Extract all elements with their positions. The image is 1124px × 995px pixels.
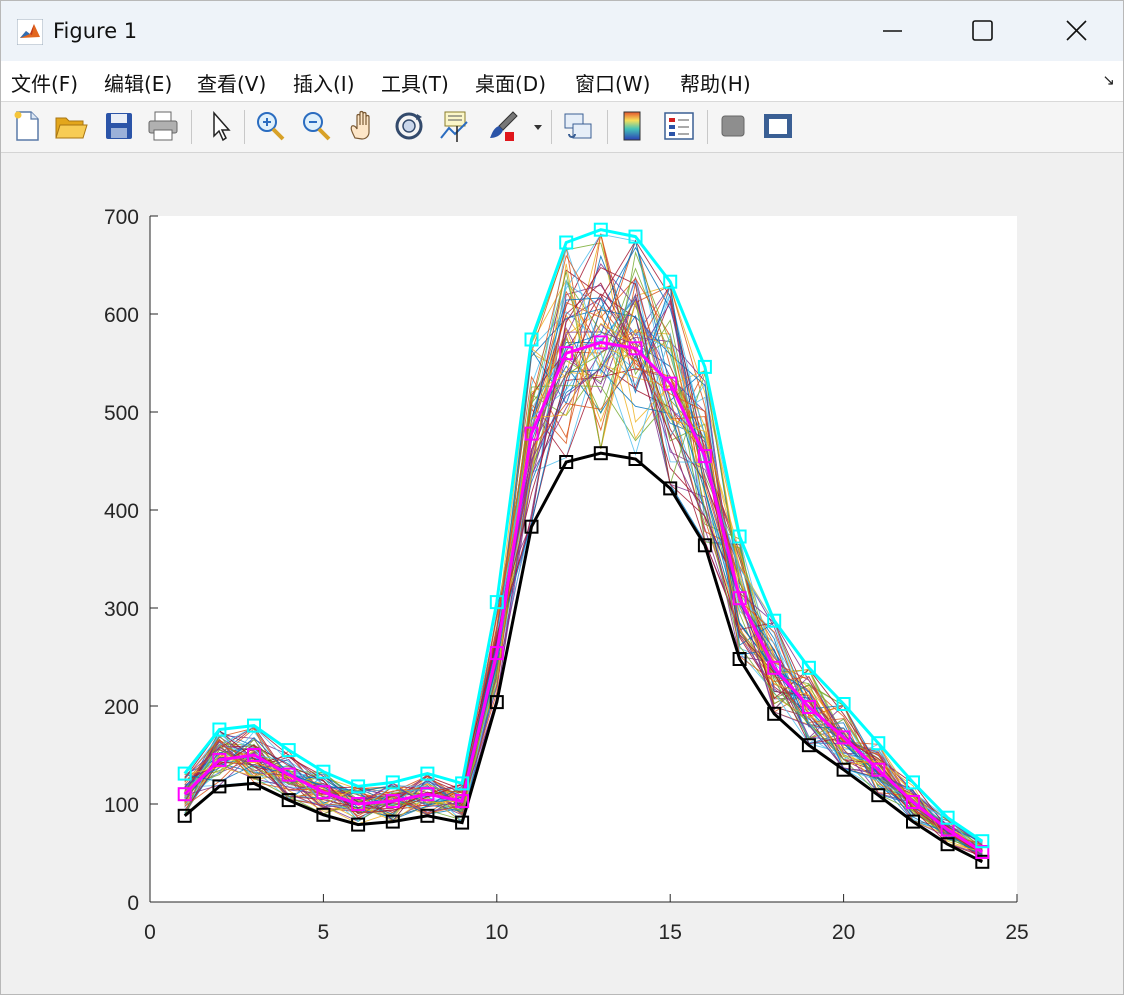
x-tick-label: 0 xyxy=(144,921,156,944)
y-tick-label: 500 xyxy=(104,402,139,425)
menu-help[interactable]: 帮助(H) xyxy=(680,68,751,97)
y-tick-label: 700 xyxy=(104,206,139,229)
open-file-button[interactable] xyxy=(53,108,89,144)
zoom-out-button[interactable] xyxy=(299,108,335,144)
menu-edit[interactable]: 编辑(E) xyxy=(104,68,172,97)
menu-insert[interactable]: 插入(I) xyxy=(293,68,355,97)
y-tick-label: 0 xyxy=(127,892,139,915)
x-tick-label: 15 xyxy=(659,921,682,944)
toolbar-separator xyxy=(551,110,552,144)
close-icon xyxy=(1066,20,1087,41)
line-chart[interactable]: 0 5 10 15 20 25 0 100 200 300 400 500 600 700 xyxy=(1,153,1123,994)
y-tick-label: 100 xyxy=(104,794,139,817)
open-file-icon xyxy=(55,117,88,139)
data-cursor-icon xyxy=(440,111,468,142)
new-figure-button[interactable] xyxy=(9,108,45,144)
show-plot-tools-button[interactable] xyxy=(760,108,796,144)
x-tick-label: 20 xyxy=(832,921,855,944)
pan-button[interactable] xyxy=(345,108,381,144)
x-tick-label: 25 xyxy=(1005,921,1028,944)
legend-icon xyxy=(664,112,694,140)
zoom-in-icon xyxy=(257,112,285,141)
edit-plot-button[interactable] xyxy=(203,108,239,144)
zoom-out-icon xyxy=(303,112,331,141)
maximize-icon xyxy=(972,20,993,41)
figure-window: Figure 1 文件(F) 编辑(E) 查看(V) 插入(I) 工具(T) 桌… xyxy=(0,0,1124,995)
maximize-button[interactable] xyxy=(959,9,1005,53)
chevron-down-icon xyxy=(534,125,542,130)
brush-dropdown-button[interactable] xyxy=(529,108,547,144)
y-tick-label: 400 xyxy=(104,500,139,523)
toolbar-separator xyxy=(191,110,192,144)
figure-toolbar xyxy=(1,102,1123,153)
legend-button[interactable] xyxy=(661,108,697,144)
link-plot-icon xyxy=(564,113,592,139)
edit-plot-arrow-icon xyxy=(213,111,231,142)
toolbar-separator xyxy=(607,110,608,144)
pan-hand-icon xyxy=(350,110,370,140)
new-figure-icon xyxy=(14,111,39,141)
matlab-logo-icon xyxy=(17,19,43,45)
rotate-3d-icon xyxy=(395,112,423,140)
figure-canvas[interactable]: 0 5 10 15 20 25 0 100 200 300 400 500 600 700 xyxy=(1,153,1123,994)
x-tick-label: 5 xyxy=(318,921,330,944)
menu-view[interactable]: 查看(V) xyxy=(197,68,266,97)
save-button[interactable] xyxy=(101,108,137,144)
colorbar-button[interactable] xyxy=(615,108,651,144)
colorbar-icon xyxy=(623,111,641,141)
window-title: Figure 1 xyxy=(53,19,138,43)
toolbar-separator xyxy=(707,110,708,144)
print-button[interactable] xyxy=(145,108,181,144)
minimize-icon xyxy=(883,30,902,32)
plot-area xyxy=(150,216,1017,902)
brush-button[interactable] xyxy=(485,108,521,144)
menu-bar: 文件(F) 编辑(E) 查看(V) 插入(I) 工具(T) 桌面(D) 窗口(W… xyxy=(1,61,1123,102)
y-tick-label: 300 xyxy=(104,598,139,621)
menu-tools[interactable]: 工具(T) xyxy=(381,68,449,97)
show-plot-tools-icon xyxy=(764,114,792,138)
title-bar[interactable]: Figure 1 xyxy=(1,1,1123,61)
y-tick-label: 200 xyxy=(104,696,139,719)
minimize-button[interactable] xyxy=(869,9,915,53)
brush-icon xyxy=(490,111,518,141)
print-icon xyxy=(148,111,178,141)
zoom-in-button[interactable] xyxy=(253,108,289,144)
dock-arrow-icon[interactable]: ↘ xyxy=(1102,71,1115,89)
save-icon xyxy=(106,113,132,139)
hide-plot-tools-icon xyxy=(721,115,745,137)
hide-plot-tools-button[interactable] xyxy=(715,108,751,144)
y-tick-label: 600 xyxy=(104,304,139,327)
toolbar-separator xyxy=(244,110,245,144)
close-button[interactable] xyxy=(1053,9,1099,53)
menu-window[interactable]: 窗口(W) xyxy=(575,68,650,97)
link-plot-button[interactable] xyxy=(560,108,596,144)
data-cursor-button[interactable] xyxy=(437,108,473,144)
x-tick-label: 10 xyxy=(485,921,508,944)
menu-desktop[interactable]: 桌面(D) xyxy=(475,68,546,97)
menu-file[interactable]: 文件(F) xyxy=(11,68,78,97)
rotate-3d-button[interactable] xyxy=(391,108,427,144)
